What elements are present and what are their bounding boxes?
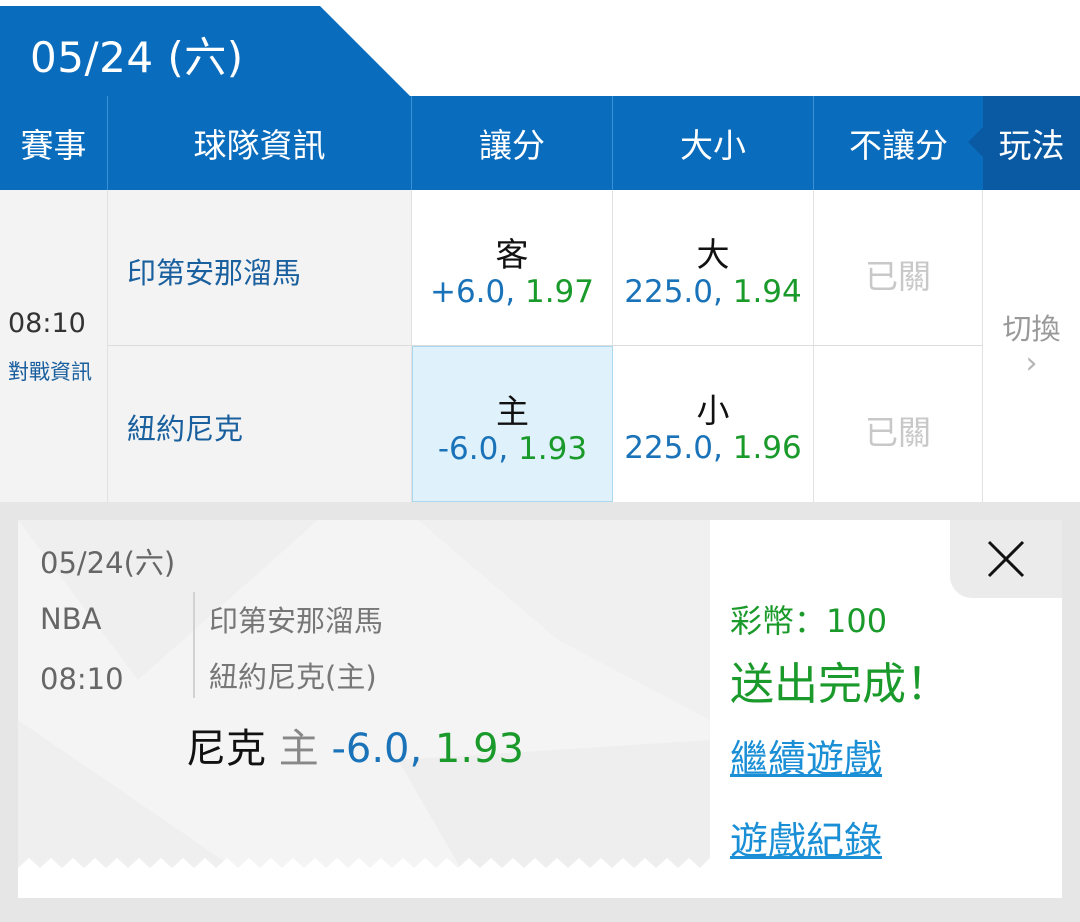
away-team-cell: 印第安那溜馬 [108, 190, 412, 346]
ticket-bet-selection: 尼克 主 -6.0, 1.93 [186, 716, 524, 774]
table-header: 賽事 球隊資訊 讓分 大小 不讓分 玩法 [0, 96, 1080, 190]
header-over-under: 大小 [613, 96, 814, 190]
moneyline-away-closed: 已關 [865, 257, 931, 296]
ticket-away-team: 印第安那溜馬 [209, 604, 384, 638]
handicap-away-side: 客 [495, 235, 529, 274]
switch-button[interactable]: 切換 › [983, 190, 1080, 502]
switch-label: 切換 [1002, 312, 1061, 346]
match-info-link[interactable]: 對戰資訊 [8, 356, 92, 386]
ticket-divider [193, 592, 195, 698]
under-button[interactable]: 小 225.0, 1.96 [613, 346, 814, 502]
handicap-away-button[interactable]: 客 +6.0, 1.97 [412, 190, 613, 346]
ticket-date: 05/24(六) [40, 546, 176, 580]
coin-amount: 彩幣：100 [730, 602, 888, 640]
over-side: 大 [696, 235, 730, 274]
over-value: 225.0, 1.94 [624, 274, 802, 310]
moneyline-home-closed: 已關 [865, 413, 931, 452]
event-cell: 08:10 對戰資訊 [0, 190, 108, 502]
game-record-link[interactable]: 遊戲紀錄 [730, 810, 882, 865]
header-moneyline: 不讓分 [849, 126, 948, 165]
date-label: 05/24 (六) [30, 33, 244, 82]
moneyline-home-cell: 已關 [814, 346, 983, 502]
handicap-away-value: +6.0, 1.97 [429, 274, 595, 310]
close-button[interactable] [950, 520, 1062, 598]
handicap-home-button[interactable]: 主 -6.0, 1.93 [412, 346, 613, 502]
handicap-home-side: 主 [496, 392, 529, 431]
ticket-bet-side: 主 [278, 726, 319, 772]
ticket-bet-line: -6.0, [331, 726, 423, 772]
ticket-home-team: 紐約尼克(主) [209, 660, 377, 694]
header-team-info: 球隊資訊 [108, 96, 412, 190]
header-handicap: 讓分 [412, 96, 613, 190]
under-side: 小 [696, 391, 730, 430]
home-team-cell: 紐約尼克 [108, 346, 412, 502]
play-arrow-icon [968, 126, 984, 158]
close-icon [987, 540, 1025, 578]
header-event: 賽事 [0, 96, 108, 190]
ticket-bet-team: 尼克 [186, 726, 266, 772]
away-team-name: 印第安那溜馬 [127, 256, 302, 290]
ticket-league: NBA [40, 602, 102, 636]
date-tab: 05/24 (六) [0, 6, 410, 96]
submit-status: 送出完成！ [730, 659, 950, 710]
under-value: 225.0, 1.96 [624, 430, 802, 466]
play-type-button[interactable]: 玩法 [983, 96, 1080, 190]
continue-game-link[interactable]: 繼續遊戲 [730, 728, 882, 783]
ticket-time: 08:10 [40, 662, 124, 696]
match-time: 08:10 [8, 308, 86, 339]
chevron-right-icon: › [1025, 346, 1038, 381]
moneyline-away-cell: 已關 [814, 190, 983, 346]
home-team-name: 紐約尼克 [127, 412, 244, 446]
over-button[interactable]: 大 225.0, 1.94 [613, 190, 814, 346]
handicap-home-value: -6.0, 1.93 [437, 431, 588, 467]
ticket-bet-odds: 1.93 [434, 726, 524, 772]
